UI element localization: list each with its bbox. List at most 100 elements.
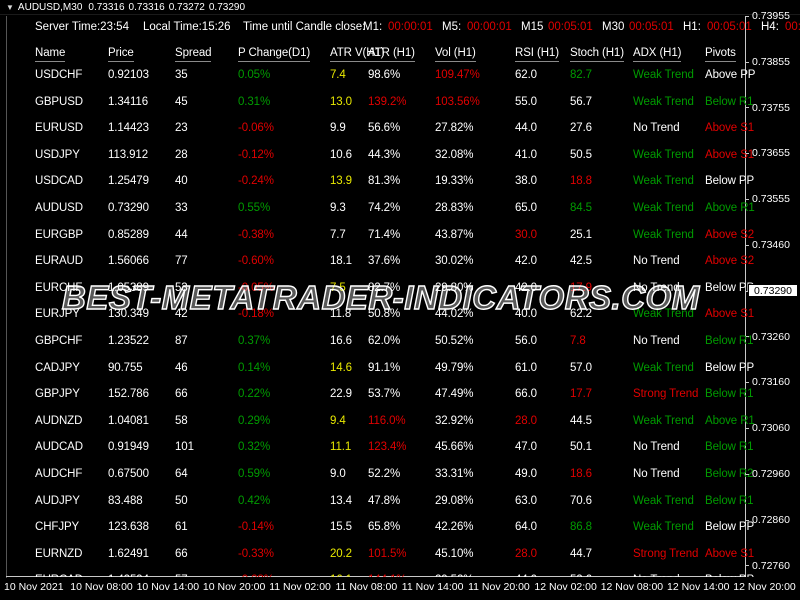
table-cell-rsi: 44.0 xyxy=(515,573,537,577)
price-tick-mark xyxy=(746,198,749,200)
table-row-symbol[interactable]: EURNZD xyxy=(35,547,82,561)
table-cell-price: 0.91949 xyxy=(108,441,149,454)
table-row-symbol[interactable]: EURCAD xyxy=(35,573,83,577)
table-cell-atrv: 9.3 xyxy=(330,202,346,214)
table-row-symbol[interactable]: EURCHF xyxy=(35,281,82,295)
table-cell-spread: 28 xyxy=(175,148,188,161)
table-cell-price: 0.67500 xyxy=(108,468,149,480)
table-cell-adx: Weak Trend xyxy=(633,202,694,214)
price-scale[interactable]: 0.73955 0.73855 0.73755 0.73655 0.73555 0.734… xyxy=(746,0,800,600)
table-row-symbol[interactable]: AUDUSD xyxy=(35,201,83,215)
table-row-symbol[interactable]: AUDJPY xyxy=(35,494,80,508)
column-header-p-change-d1: P Change(D1) xyxy=(238,46,310,62)
table-cell-pchange: -0.12% xyxy=(238,148,274,161)
table-cell-adx: Weak Trend xyxy=(633,494,694,507)
table-cell-spread: 50 xyxy=(175,494,188,507)
table-row-symbol[interactable]: EURAUD xyxy=(35,254,83,268)
table-row-symbol[interactable]: AUDCHF xyxy=(35,467,82,481)
table-cell-vol: 45.10% xyxy=(435,547,474,560)
table-cell-adx: Weak Trend xyxy=(633,521,694,534)
table-cell-spread: 44 xyxy=(175,228,188,241)
time-axis-label: 10 Nov 20:00 xyxy=(202,581,266,593)
table-cell-stoch: 7.8 xyxy=(570,335,586,347)
table-cell-vol: 43.87% xyxy=(435,228,474,241)
table-row-symbol[interactable]: EURUSD xyxy=(35,121,83,135)
table-cell-adx: Weak Trend xyxy=(633,228,694,241)
table-row-symbol[interactable]: GBPUSD xyxy=(35,95,83,109)
table-cell-vol: 103.56% xyxy=(435,95,480,108)
table-cell-atr: 65.8% xyxy=(368,521,401,534)
table-cell-spread: 66 xyxy=(175,388,188,401)
table-row-symbol[interactable]: GBPCHF xyxy=(35,334,82,348)
table-cell-spread: 46 xyxy=(175,361,188,374)
table-cell-stoch: 42.5 xyxy=(570,255,592,268)
table-cell-price: 83.488 xyxy=(108,494,143,507)
price-tick-label: 0.73855 xyxy=(752,55,790,68)
table-cell-spread: 45 xyxy=(175,95,188,108)
table-cell-stoch: 50.5 xyxy=(570,148,592,161)
table-cell-atrv: 16.6 xyxy=(330,335,352,347)
table-cell-spread: 23 xyxy=(175,122,188,135)
table-cell-rsi: 55.0 xyxy=(515,95,537,108)
table-row-symbol[interactable]: USDCHF xyxy=(35,68,82,82)
table-cell-atr: 56.6% xyxy=(368,122,401,135)
table-row-symbol[interactable]: CADJPY xyxy=(35,361,80,375)
table-cell-vol: 32.08% xyxy=(435,148,474,161)
table-cell-pchange: 0.14% xyxy=(238,361,271,374)
table-cell-atr: 50.8% xyxy=(368,308,401,321)
table-cell-atr: 37.6% xyxy=(368,255,401,268)
table-cell-price: 1.23522 xyxy=(108,335,149,347)
table-cell-adx: No Trend xyxy=(633,441,680,454)
table-cell-vol: 109.47% xyxy=(435,69,480,81)
table-cell-atrv: 9.9 xyxy=(330,122,346,135)
time-axis-label: 12 Nov 20:00 xyxy=(733,581,796,593)
table-cell-pchange: 0.05% xyxy=(238,69,271,81)
table-cell-spread: 33 xyxy=(175,202,188,214)
table-row-symbol[interactable]: AUDNZD xyxy=(35,414,82,428)
table-cell-pchange: -0.05% xyxy=(238,281,274,294)
table-cell-stoch: 86.8 xyxy=(570,521,592,534)
table-cell-spread: 40 xyxy=(175,175,188,188)
table-cell-price: 123.638 xyxy=(108,521,149,534)
time-axis[interactable]: 10 Nov 2021 10 Nov 08:00 10 Nov 14:00 10 No… xyxy=(0,578,800,600)
table-cell-pchange: -0.24% xyxy=(238,175,274,188)
column-header-spread: Spread xyxy=(175,46,212,62)
table-cell-vol: 29.80% xyxy=(435,281,474,294)
price-tick: 0.73655 xyxy=(746,147,800,159)
table-cell-adx: Weak Trend xyxy=(633,69,694,81)
table-cell-atr: 91.1% xyxy=(368,361,401,374)
table-cell-spread: 58 xyxy=(175,414,188,427)
table-cell-stoch: 50.1 xyxy=(570,441,592,454)
price-tick-mark xyxy=(746,473,749,475)
table-cell-spread: 42 xyxy=(175,308,188,321)
table-cell-vol: 28.83% xyxy=(435,202,474,214)
table-cell-vol: 27.82% xyxy=(435,122,474,135)
table-row-symbol[interactable]: USDCAD xyxy=(35,174,83,188)
table-cell-pchange: -0.06% xyxy=(238,122,274,135)
table-cell-atrv: 16.1 xyxy=(330,573,352,577)
table-row-symbol[interactable]: GBPJPY xyxy=(35,387,80,401)
table-cell-atr: 47.8% xyxy=(368,494,401,507)
table-row-symbol[interactable]: EURJPY xyxy=(35,307,80,321)
price-tick: 0.73460 xyxy=(746,239,800,251)
table-cell-atrv: 13.9 xyxy=(330,175,352,188)
table-cell-pchange: 0.29% xyxy=(238,414,271,427)
table-row-symbol[interactable]: EURGBP xyxy=(35,228,83,242)
price-tick-label: 0.73060 xyxy=(752,422,790,435)
table-cell-price: 1.05389 xyxy=(108,281,149,294)
price-tick-mark xyxy=(746,427,749,429)
table-row-symbol[interactable]: AUDCAD xyxy=(35,440,83,454)
time-axis-label: 11 Nov 20:00 xyxy=(468,581,530,593)
table-cell-pchange: 0.59% xyxy=(238,468,271,480)
price-tick: 0.72760 xyxy=(746,560,800,572)
table-cell-pchange: 0.37% xyxy=(238,335,271,347)
table-cell-atrv: 18.1 xyxy=(330,255,352,268)
table-row-symbol[interactable]: USDJPY xyxy=(35,148,80,162)
table-cell-atrv: 13.0 xyxy=(330,95,352,108)
price-tick: 0.73160 xyxy=(746,376,800,388)
table-cell-spread: 57 xyxy=(175,573,188,577)
metatrader-chart-window: ▼ AUDUSD,M30 0.73316 0.73316 0.73272 0.73290 … xyxy=(0,0,800,600)
table-row-symbol[interactable]: CHFJPY xyxy=(35,520,79,534)
table-cell-vol: 45.66% xyxy=(435,441,474,454)
price-tick: 0.72960 xyxy=(746,468,800,480)
